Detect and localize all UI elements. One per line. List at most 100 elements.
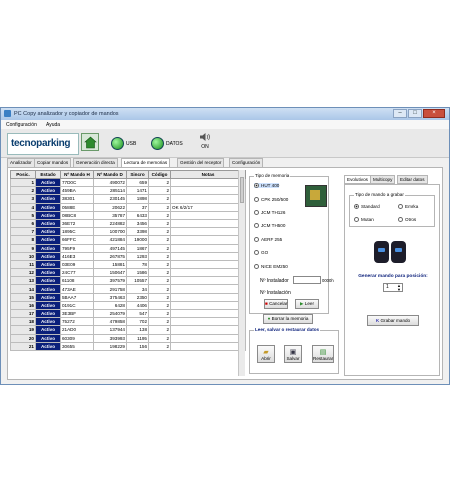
table-cell: 497145	[93, 243, 127, 253]
table-row[interactable]: 16 Activo 0191C 6428 4406 2	[10, 300, 246, 311]
table-row[interactable]: 21 Activo 30655 198229 156 2	[10, 341, 246, 351]
cancelar-button[interactable]: ■ Cancelar	[264, 299, 288, 309]
table-row[interactable]: 2 Activo 459BA 285114 1471 2	[10, 186, 246, 196]
sound-toggle[interactable]: ON	[197, 132, 213, 153]
abrir-button[interactable]: ▰ Abrir	[257, 345, 275, 363]
table-row[interactable]: 10 Activo 416E3 267875 1293 2	[10, 251, 246, 261]
radio-standard[interactable]: Standard	[354, 204, 380, 210]
restaurar-button[interactable]: ▤ Restaurar	[312, 345, 334, 363]
menu-configuracion[interactable]: Configuración	[6, 122, 37, 128]
table-scrollbar[interactable]	[238, 170, 245, 376]
radio-memory-4[interactable]: AERF 255	[254, 237, 282, 243]
borrar-memoria-button[interactable]: ● Borrar la memoria	[263, 314, 313, 324]
table-row[interactable]: 8 Activo 66FFC 421884 19000 2	[10, 235, 246, 245]
tab-configuracion[interactable]: Configuración	[229, 158, 264, 167]
table-cell: 6428	[93, 300, 127, 311]
maximize-button[interactable]: □	[408, 109, 422, 118]
table-cell: 11	[10, 259, 36, 270]
table-cell: Activo	[35, 259, 61, 270]
tab-copiar-mandos[interactable]: Copiar mandos	[34, 158, 72, 167]
table-row[interactable]: 1 Activo 77D0C 490072 659 2	[10, 177, 246, 188]
table-row[interactable]: 5 Activo 08BC8 35787 6433 2	[10, 210, 246, 220]
scroll-thumb[interactable]	[240, 177, 244, 203]
table-row[interactable]: 12 Activo 24C77 150647 1586 2	[10, 268, 246, 278]
table-cell: Activo	[35, 177, 61, 188]
table-cell: 38301	[60, 194, 94, 204]
close-button[interactable]: ×	[423, 109, 445, 118]
app-icon	[4, 110, 11, 117]
tab-generacion-directa[interactable]: Generación directa	[73, 158, 118, 167]
radio-otros[interactable]: Otros	[398, 217, 416, 223]
table-row[interactable]: 20 Activo 60309 393993 1195 2	[10, 333, 246, 343]
restore-group: Leer, salvar o restaurar datos ▰ Abrir ▣…	[249, 327, 339, 374]
radio-memory-0[interactable]: HUT 400	[254, 183, 280, 189]
tab-editar-datos[interactable]: Editar datos	[397, 175, 428, 184]
radio-emrka[interactable]: Emrka	[398, 204, 418, 210]
table-row[interactable]: 7 Activo 1895C 100700 3398 2	[10, 227, 246, 237]
col-codigo: Código	[148, 170, 171, 179]
table-cell: 1	[10, 177, 36, 188]
table-row[interactable]: 3 Activo 38301 230145 1898 2	[10, 194, 246, 204]
table-cell: 15881	[93, 259, 127, 270]
radio-memory-5[interactable]: GO	[254, 250, 268, 256]
tab-analizador[interactable]: Analizador	[7, 158, 35, 167]
table-cell: 4406	[126, 300, 149, 311]
radio-memory-1[interactable]: CPK 250/500	[254, 197, 289, 203]
title-bar: PC Copy analizador y copiador de mandos …	[1, 108, 449, 120]
table-cell: 2	[148, 284, 171, 294]
tab-gestion-del-receptor[interactable]: Gestión del receptor	[177, 158, 225, 167]
sound-label: ON	[201, 144, 209, 150]
menu-ayuda[interactable]: Ayuda	[46, 122, 60, 128]
leer-button[interactable]: ▶ Leer	[295, 299, 319, 309]
memory-table: Posic. Estado Nº Mando H Nº Mando D Sinc…	[10, 170, 246, 351]
cancelar-label: Cancelar	[269, 301, 288, 306]
radio-memory-6[interactable]: NICE EM250	[254, 264, 288, 270]
tab-evolutivos[interactable]: Evolutivos	[344, 175, 371, 184]
table-row[interactable]: 18 Activo 75272 479858 702 2	[10, 317, 246, 327]
table-cell: 224882	[93, 218, 127, 229]
restore-icon: ▤	[319, 349, 327, 356]
table-cell: 285114	[93, 186, 127, 196]
table-cell: 150647	[93, 268, 127, 278]
table-cell: 34	[126, 284, 149, 294]
radio-mutan[interactable]: Mutan	[354, 217, 374, 223]
app-window: PC Copy analizador y copiador de mandos …	[0, 107, 450, 385]
table-cell: 12	[10, 268, 36, 278]
table-row[interactable]: 9 Activo 795F9 497145 1867 2	[10, 243, 246, 253]
table-row[interactable]: 11 Activo 03E09 15881 78 2	[10, 259, 246, 270]
table-row[interactable]: 19 Activo 21AD0 137944 138 2	[10, 325, 246, 335]
table-row[interactable]: 14 Activo 473AE 291758 34 2	[10, 284, 246, 294]
borrar-label: Borrar la memoria	[271, 316, 309, 321]
table-row[interactable]: 15 Activo 5BAA7 375463 2350 2	[10, 292, 246, 302]
radio-memory-2[interactable]: JCM TH126	[254, 210, 285, 216]
speaker-icon	[200, 133, 210, 141]
table-cell: 5	[10, 210, 36, 220]
table-cell	[170, 177, 246, 188]
table-cell: 24C77	[60, 268, 94, 278]
radio-memory-3[interactable]: JCM TH500	[254, 223, 285, 229]
tab-multicopy[interactable]: Multicopy	[370, 175, 396, 184]
table-row[interactable]: 13 Activo 61108 397579 10557 2	[10, 276, 246, 286]
table-row[interactable]: 4 Activo 0588E 20622 37 2 OK 6/2/17	[10, 202, 246, 212]
radio-label: NICE EM250	[261, 264, 288, 269]
instalador-input[interactable]	[293, 276, 321, 284]
grabar-mando-button[interactable]: K Grabar mando	[367, 315, 419, 326]
table-cell: OK 6/2/17	[170, 202, 246, 212]
datos-led-icon	[151, 137, 164, 150]
radio-label: CPK 250/500	[261, 197, 289, 202]
position-spinner[interactable]: 1 ▲ ▼	[383, 283, 403, 292]
table-cell: 198229	[93, 341, 127, 351]
table-cell: 2	[148, 268, 171, 278]
table-cell: 291758	[93, 284, 127, 294]
table-row[interactable]: 17 Activo 3E3BF 254079 547 2	[10, 308, 246, 319]
instalador-hex: 0000h	[322, 278, 334, 283]
table-cell	[170, 259, 246, 270]
spinner-arrows-icon[interactable]: ▲ ▼	[397, 284, 401, 292]
table-row[interactable]: 6 Activo 36E72 224882 3456 2	[10, 218, 246, 229]
minimize-button[interactable]: –	[393, 109, 407, 118]
generar-label: Generar mando para posición:	[358, 274, 428, 279]
table-cell: Activo	[35, 218, 61, 229]
radio-dot-icon	[254, 237, 259, 243]
salvar-button[interactable]: ▣ Salvar	[284, 345, 302, 363]
home-button[interactable]	[81, 133, 99, 151]
